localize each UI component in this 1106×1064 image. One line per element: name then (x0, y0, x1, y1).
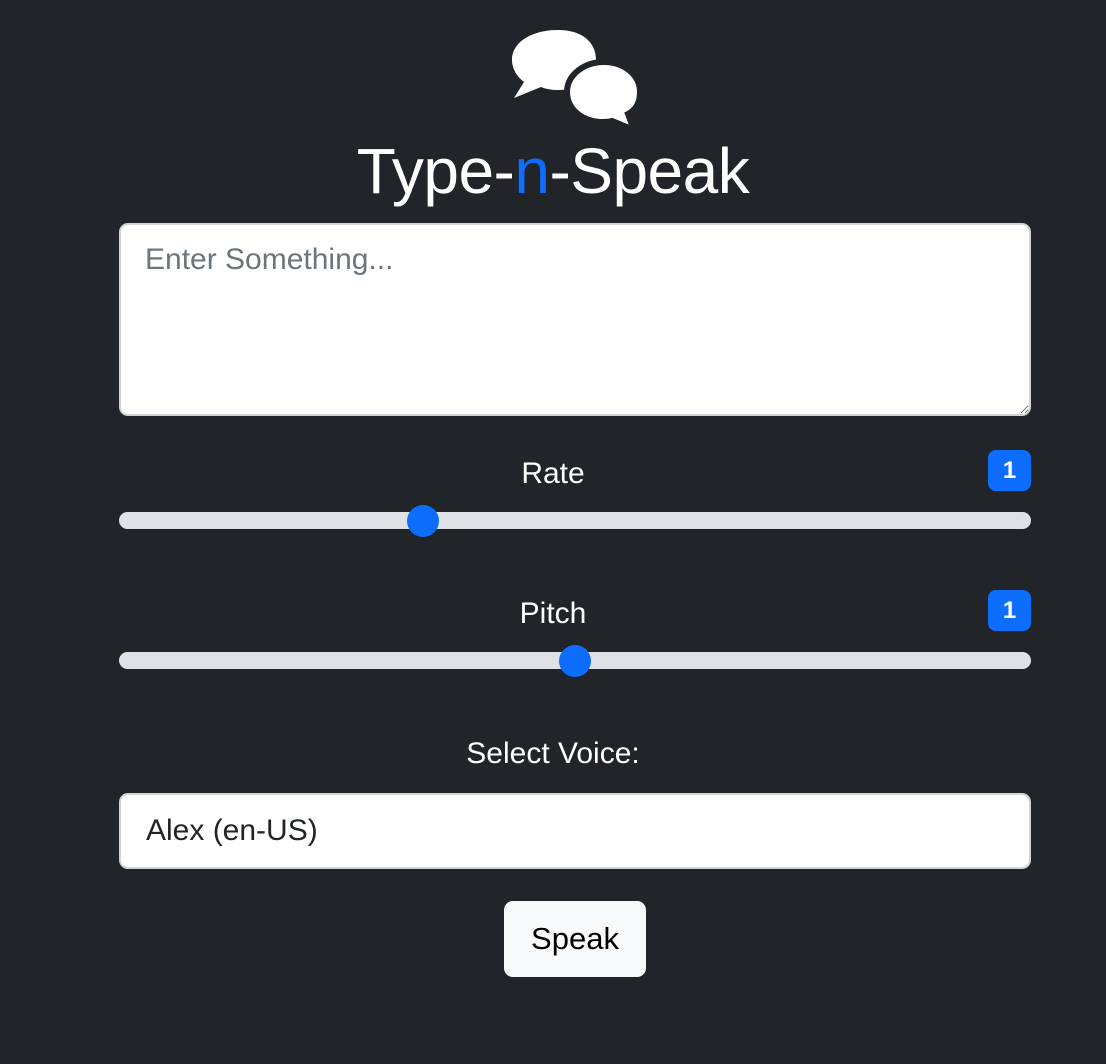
voice-select[interactable]: Alex (en-US) (119, 793, 1031, 869)
title-part-3: -Speak (549, 135, 750, 207)
speak-button[interactable]: Speak (504, 901, 646, 977)
chat-bubbles-icon (512, 30, 644, 136)
rate-label: Rate (521, 457, 585, 490)
text-input[interactable] (119, 223, 1031, 416)
rate-slider[interactable] (119, 505, 1031, 537)
speech-bubble-front (563, 58, 644, 136)
rate-slider-thumb[interactable] (406, 505, 439, 537)
select-voice-label: Select Voice: (466, 737, 640, 770)
title-part-1: Type- (356, 135, 515, 207)
page-title: Type-n-Speak (0, 134, 1106, 208)
rate-value-badge: 1 (988, 450, 1031, 491)
pitch-value-badge: 1 (988, 590, 1031, 631)
pitch-slider[interactable] (119, 645, 1031, 677)
title-part-accent: n (514, 135, 550, 207)
pitch-slider-thumb[interactable] (559, 645, 591, 677)
pitch-label: Pitch (519, 597, 587, 630)
